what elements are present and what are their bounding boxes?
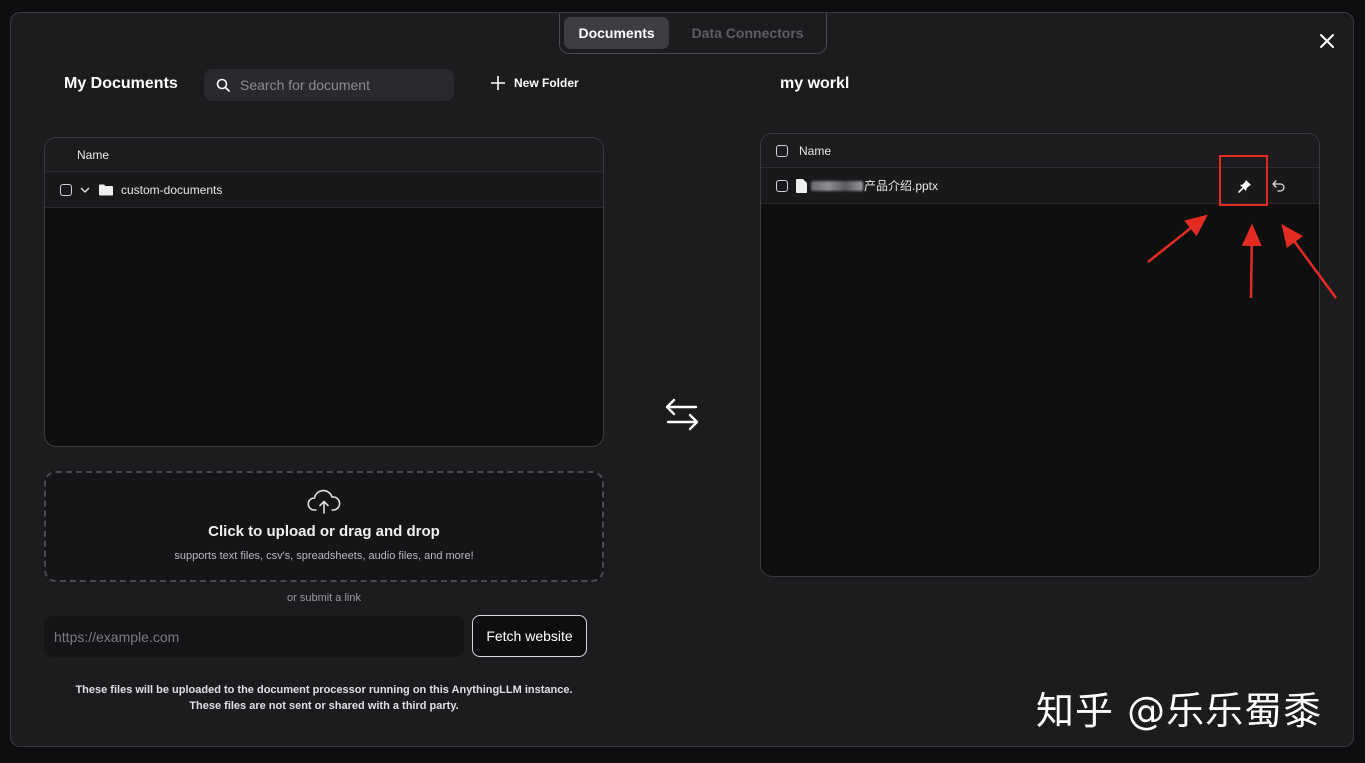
- annotation-arrow-center: [1241, 223, 1262, 299]
- watermark: 知乎 @乐乐蜀黍: [1036, 689, 1323, 733]
- annotation-arrow-left: [1147, 214, 1208, 263]
- annotation-arrow-right: [1281, 223, 1338, 299]
- annotation-arrows: [1147, 214, 1338, 299]
